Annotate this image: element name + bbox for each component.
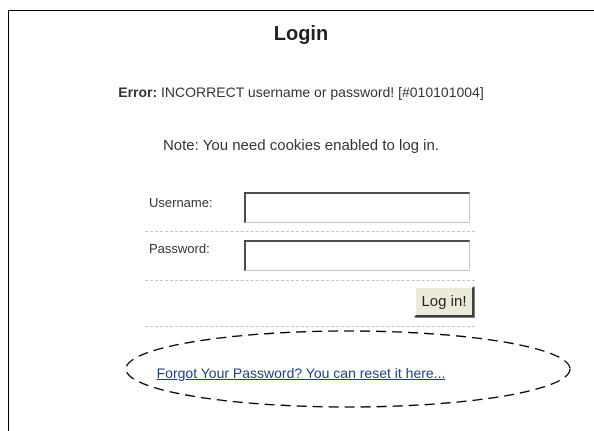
forgot-password-link[interactable]: Forgot Your Password? You can reset it h… — [8, 365, 594, 381]
